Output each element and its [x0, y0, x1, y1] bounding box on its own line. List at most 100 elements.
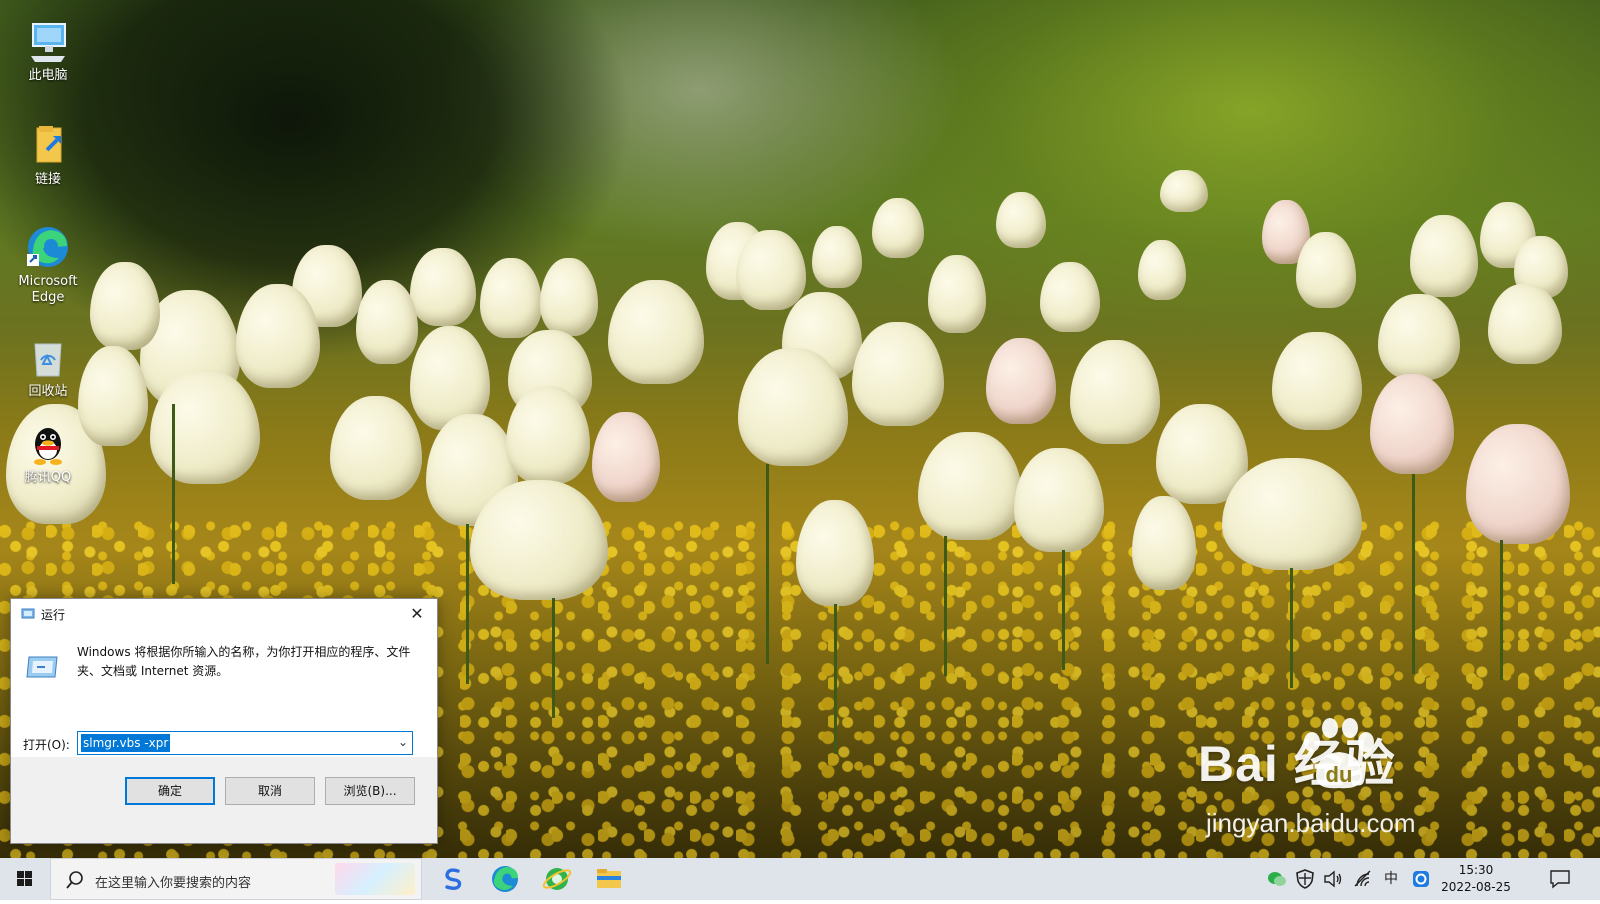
- close-icon: ✕: [410, 604, 424, 623]
- tulip: [738, 348, 848, 466]
- tulip: [736, 230, 806, 310]
- tulip: [1222, 458, 1362, 570]
- watermark-url: jingyan.baidu.com: [1206, 808, 1416, 838]
- recycle-bin-icon: [25, 334, 71, 380]
- tulip: [928, 255, 986, 333]
- tulip: [90, 262, 160, 350]
- run-app-icon: [21, 608, 35, 619]
- tray-security[interactable]: [1294, 868, 1316, 890]
- volume-icon: [1324, 870, 1342, 888]
- taskbar-clock[interactable]: 15:30 2022-08-25: [1438, 862, 1514, 896]
- desktop-icon-label: 回收站: [28, 384, 68, 399]
- tulip: [236, 284, 320, 388]
- tulip: [506, 386, 590, 484]
- tulip: [1272, 332, 1362, 430]
- tulip: [330, 396, 422, 500]
- tulip: [1370, 374, 1454, 474]
- tulip-stem: [1500, 540, 1503, 680]
- computer-icon: [25, 18, 71, 64]
- sogou-input-icon: [445, 868, 462, 890]
- file-explorer-icon: [597, 869, 621, 888]
- search-highlight-image[interactable]: [335, 863, 415, 895]
- tulip-stem: [1290, 568, 1293, 688]
- desktop-icon-microsoft-edge[interactable]: Microsoft Edge: [6, 224, 90, 306]
- tulip: [996, 192, 1046, 248]
- tulip: [592, 412, 660, 502]
- svg-text:du: du: [1326, 762, 1353, 787]
- run-titlebar[interactable]: 运行 ✕: [11, 599, 437, 629]
- open-input[interactable]: slmgr.vbs -xpr: [81, 734, 171, 752]
- desktop-icon-label: Microsoft Edge: [18, 274, 78, 305]
- tray-volume[interactable]: [1322, 868, 1344, 890]
- taskbar-app-file-explorer[interactable]: [592, 862, 626, 896]
- tray-wechat[interactable]: [1266, 868, 1288, 890]
- tulip: [1070, 340, 1160, 444]
- start-button[interactable]: [0, 858, 50, 900]
- notification-icon: [1550, 870, 1570, 889]
- edge-icon: [25, 224, 71, 270]
- run-dialog: 运行 ✕ Windows 将根据你所输入的名称，为你打开相应的程序、文件夹、文档…: [10, 598, 438, 844]
- open-combobox[interactable]: slmgr.vbs -xpr ⌄: [77, 731, 413, 755]
- tulip: [1040, 262, 1100, 332]
- security-shield-icon: [1296, 869, 1314, 889]
- desktop-icon-qq[interactable]: 腾讯QQ: [6, 420, 90, 486]
- taskbar-search-box[interactable]: 在这里输入你要搜索的内容: [50, 858, 422, 900]
- browse-button[interactable]: 浏览(B)...: [325, 777, 415, 805]
- run-description: Windows 将根据你所输入的名称，为你打开相应的程序、文件夹、文档或 Int…: [77, 645, 411, 678]
- windows-logo-icon: [17, 871, 32, 886]
- folder-link-icon: [25, 122, 71, 168]
- cancel-button[interactable]: 取消: [225, 777, 315, 805]
- tray-ime[interactable]: 中: [1380, 868, 1402, 890]
- tulip: [872, 198, 924, 258]
- tulip-stem: [834, 604, 837, 754]
- qq-icon: [25, 420, 71, 466]
- run-program-icon: [26, 656, 58, 678]
- tulip: [812, 226, 862, 288]
- tulip: [410, 248, 476, 326]
- desktop-icon-links[interactable]: 链接: [6, 122, 90, 188]
- network-icon: [1354, 870, 1371, 887]
- ok-button[interactable]: 确定: [125, 777, 215, 805]
- action-center-button[interactable]: [1548, 868, 1572, 890]
- tulip-stem: [944, 536, 947, 676]
- tulip: [918, 432, 1022, 540]
- taskbar-app-edge[interactable]: [488, 862, 522, 896]
- tulip-stem: [766, 464, 769, 664]
- open-label: 打开(O):: [23, 738, 70, 752]
- taskbar-app-browser[interactable]: [540, 862, 574, 896]
- tray-app[interactable]: [1410, 868, 1432, 890]
- tulip-stem: [1412, 474, 1415, 674]
- tulip-stem: [552, 598, 555, 718]
- tulip: [1466, 424, 1570, 544]
- tulip: [1488, 284, 1562, 364]
- taskbar: 在这里输入你要搜索的内容 中 15:30 2022-08-25: [0, 858, 1600, 900]
- chevron-down-icon[interactable]: ⌄: [398, 735, 408, 749]
- tulip: [986, 338, 1056, 424]
- tulip: [1410, 215, 1478, 297]
- close-button[interactable]: ✕: [397, 599, 437, 629]
- tulip: [1378, 294, 1460, 380]
- tulip: [796, 500, 874, 606]
- paw-logo-icon: du: [1304, 718, 1374, 789]
- tulip: [540, 258, 598, 336]
- tray-network[interactable]: [1352, 868, 1374, 890]
- tulip: [150, 370, 260, 484]
- edge-icon: [492, 866, 518, 892]
- desktop-icon-this-pc[interactable]: 此电脑: [6, 18, 90, 84]
- tulip: [852, 322, 944, 426]
- tulip: [1132, 496, 1196, 590]
- tulip: [480, 258, 542, 338]
- tulip: [1296, 232, 1356, 308]
- tulip-stem: [1062, 550, 1065, 670]
- wechat-icon: [1268, 872, 1286, 886]
- taskbar-app-sogou[interactable]: [436, 862, 470, 896]
- app-tray-icon: [1413, 871, 1429, 887]
- run-dialog-title: 运行: [41, 608, 66, 622]
- clock-date: 2022-08-25: [1441, 880, 1511, 894]
- desktop-icon-label: 此电脑: [28, 68, 68, 83]
- desktop-icon-recycle-bin[interactable]: 回收站: [6, 334, 90, 400]
- desktop-icon-label: 腾讯QQ: [24, 470, 72, 485]
- tulip: [1138, 240, 1186, 300]
- tulip: [1014, 448, 1104, 552]
- tulip: [356, 280, 418, 364]
